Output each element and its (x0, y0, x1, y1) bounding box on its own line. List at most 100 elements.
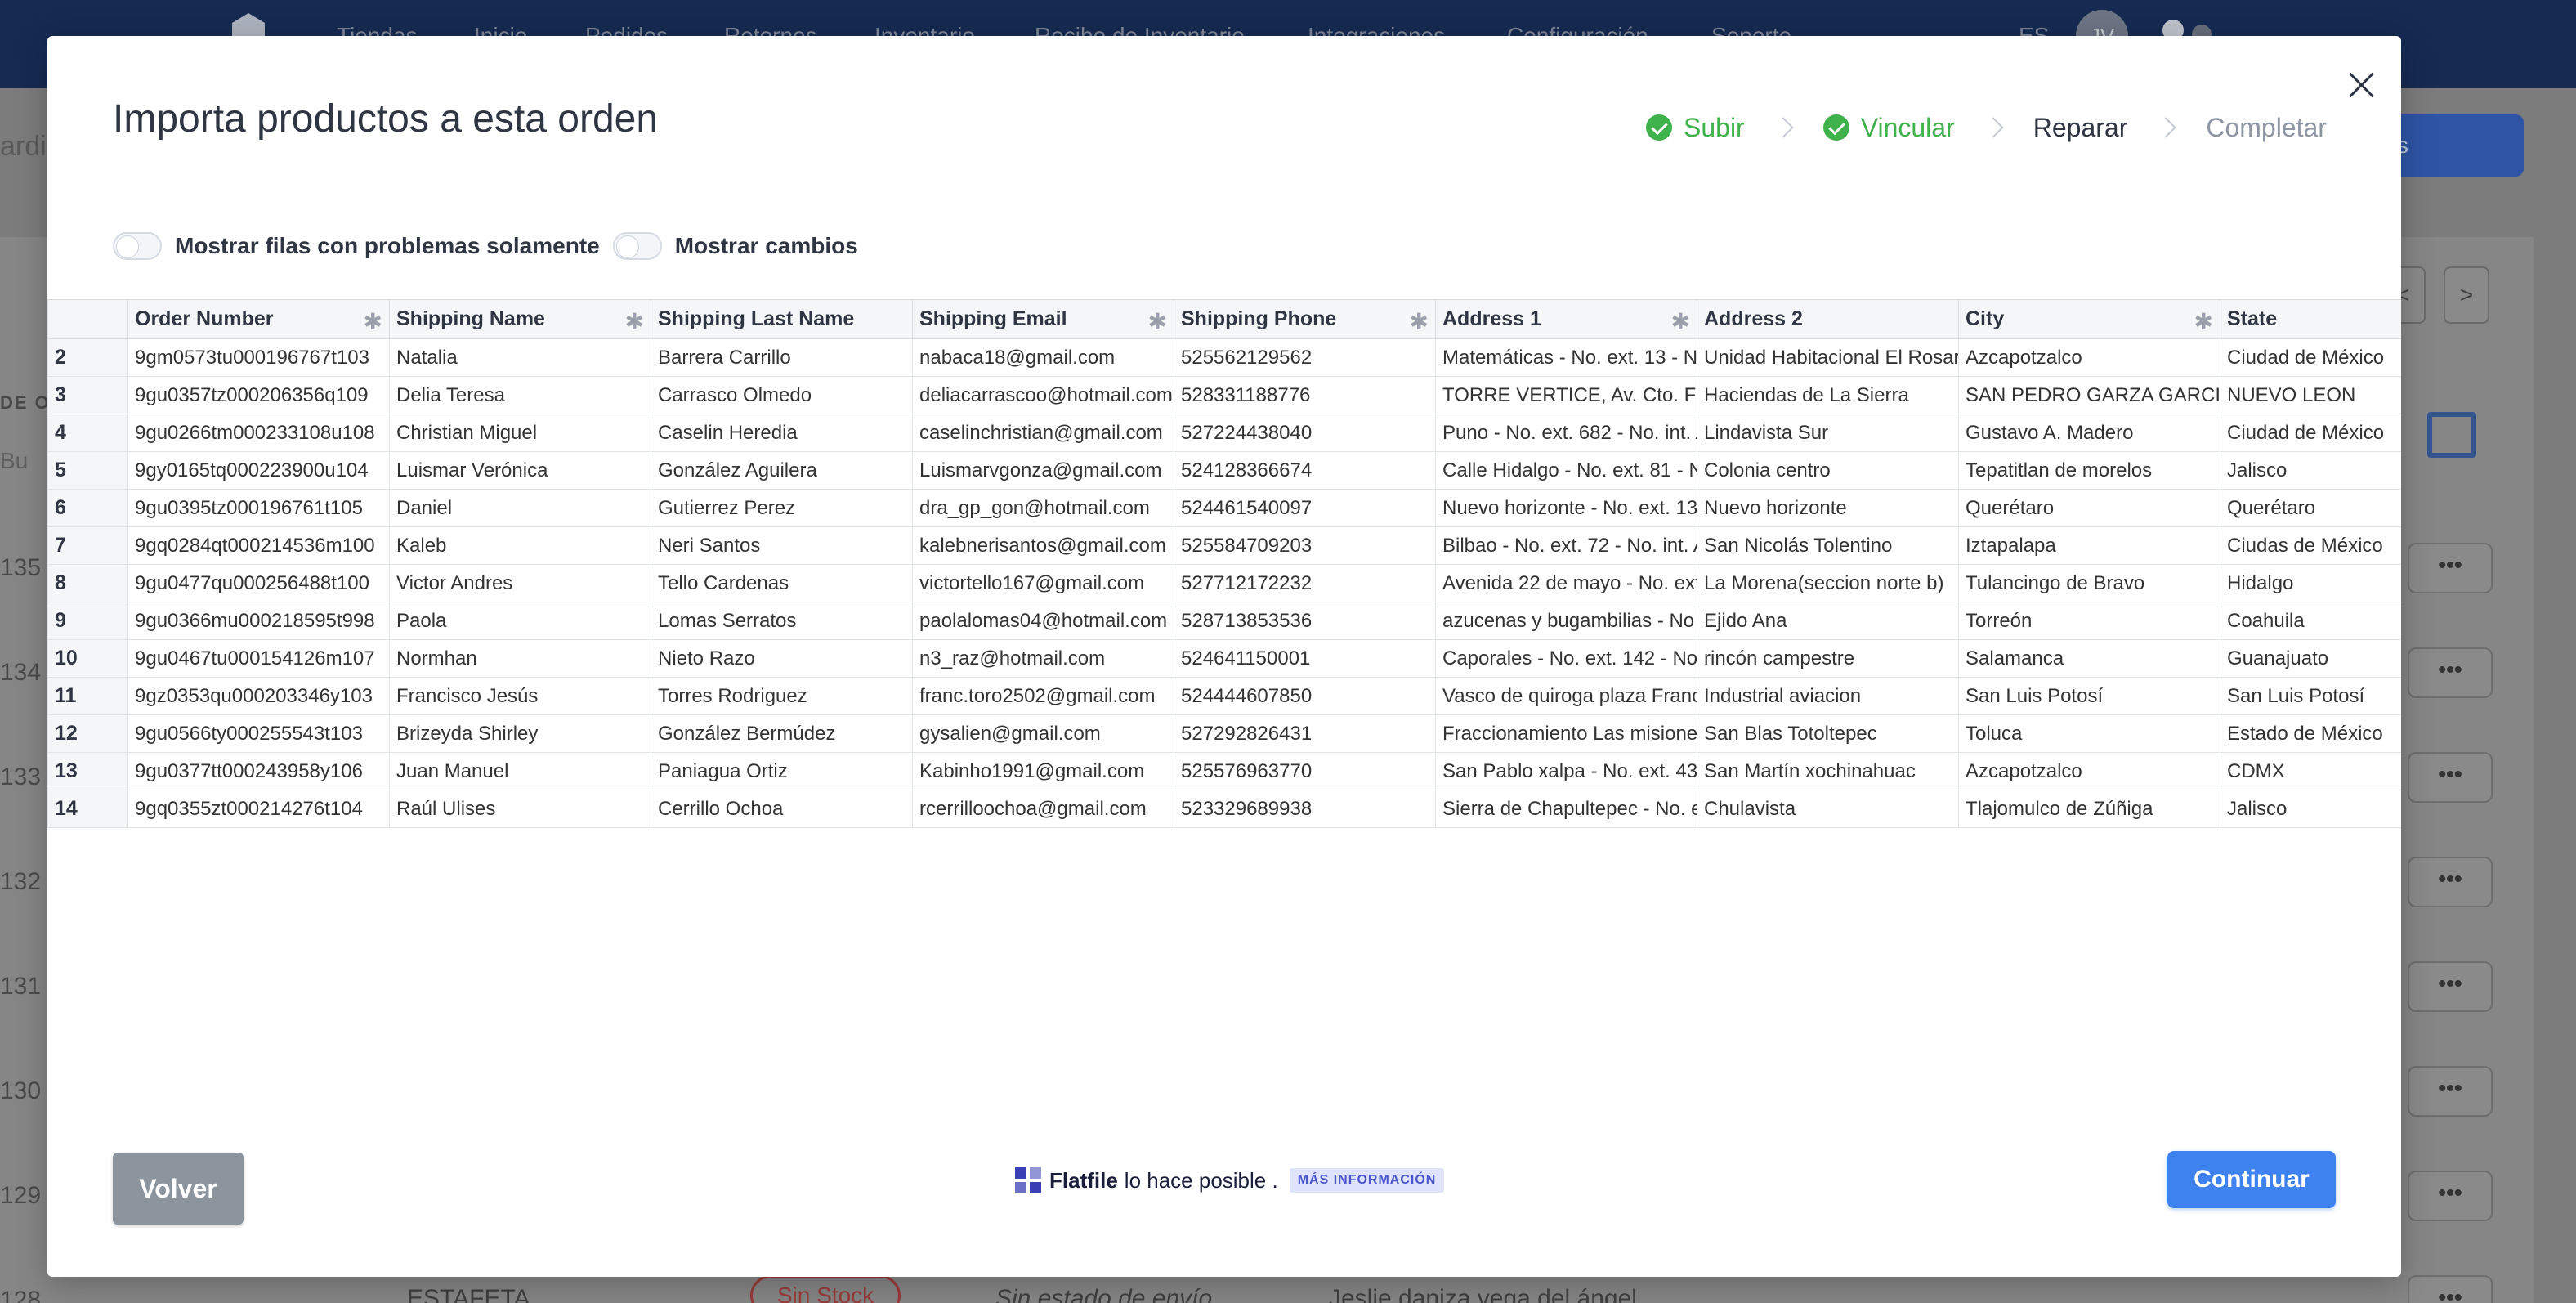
table-cell[interactable]: Ejido Ana (1697, 602, 1959, 640)
table-cell[interactable]: Tlajomulco de Zúñiga (1958, 790, 2220, 828)
table-cell[interactable]: Matemáticas - No. ext. 13 - N (1435, 338, 1697, 377)
toggle-show-changes[interactable] (612, 232, 662, 260)
row-more-button[interactable]: ••• (2408, 752, 2493, 803)
table-cell[interactable]: Brizeyda Shirley (389, 714, 651, 753)
table-cell[interactable]: 525584709203 (1174, 526, 1436, 565)
table-cell[interactable]: Cerrillo Ochoa (651, 790, 913, 828)
table-cell[interactable]: Kabinho1991@gmail.com (912, 752, 1174, 790)
table-cell[interactable]: San Luis Potosí (2220, 677, 2401, 715)
column-header-shipping-last-name[interactable]: Shipping Last Name (651, 299, 913, 339)
table-cell[interactable]: caselinchristian@gmail.com (912, 414, 1174, 452)
table-cell[interactable]: La Morena(seccion norte b) (1697, 564, 1959, 602)
select-all-checkbox[interactable] (2427, 412, 2476, 458)
table-cell[interactable]: Vasco de quiroga plaza Franc (1435, 677, 1697, 715)
table-cell[interactable]: 524128366674 (1174, 451, 1436, 490)
row-more-button[interactable]: ••• (2408, 543, 2493, 593)
table-cell[interactable]: Lindavista Sur (1697, 414, 1959, 452)
table-cell[interactable]: Delia Teresa (389, 376, 651, 414)
table-cell[interactable]: San Nicolás Tolentino (1697, 526, 1959, 565)
table-cell[interactable]: Haciendas de La Sierra (1697, 376, 1959, 414)
back-button[interactable]: Volver (113, 1153, 244, 1225)
table-cell[interactable]: Paola (389, 602, 651, 640)
table-cell[interactable]: Iztapalapa (1958, 526, 2220, 565)
table-cell[interactable]: franc.toro2502@gmail.com (912, 677, 1174, 715)
table-cell[interactable]: 525576963770 (1174, 752, 1436, 790)
table-cell[interactable]: 9gu0266tm000233108u108 (127, 414, 390, 452)
table-cell[interactable]: González Bermúdez (651, 714, 913, 753)
table-cell[interactable]: 9gu0467tu000154126m107 (127, 639, 390, 678)
table-cell[interactable]: Jalisco (2220, 451, 2401, 490)
table-cell[interactable]: TORRE VERTICE, Av. Cto. Fri (1435, 376, 1697, 414)
table-cell[interactable]: Toluca (1958, 714, 2220, 753)
table-cell[interactable]: Colonia centro (1697, 451, 1959, 490)
table-cell[interactable]: nabaca18@gmail.com (912, 338, 1174, 377)
table-cell[interactable]: Azcapotzalco (1958, 338, 2220, 377)
table-cell[interactable]: rincón campestre (1697, 639, 1959, 678)
table-cell[interactable]: Fraccionamiento Las misione (1435, 714, 1697, 753)
table-cell[interactable]: Tepatitlan de morelos (1958, 451, 2220, 490)
table-cell[interactable]: Daniel (389, 489, 651, 527)
table-cell[interactable]: Ciudad de México (2220, 338, 2401, 377)
table-cell[interactable]: Luismarvgonza@gmail.com (912, 451, 1174, 490)
table-cell[interactable]: paolalomas04@hotmail.com (912, 602, 1174, 640)
table-cell[interactable]: Barrera Carrillo (651, 338, 913, 377)
table-cell[interactable]: Nuevo horizonte - No. ext. 13 (1435, 489, 1697, 527)
table-cell[interactable]: San Blas Totoltepec (1697, 714, 1959, 753)
toggle-problem-rows-label[interactable]: Mostrar filas con problemas solamente (175, 233, 600, 259)
table-cell[interactable]: 524444607850 (1174, 677, 1436, 715)
row-more-button[interactable]: ••• (2408, 1275, 2493, 1303)
column-header-shipping-name[interactable]: Shipping Name ✱ (389, 299, 651, 339)
table-cell[interactable]: Francisco Jesús (389, 677, 651, 715)
table-cell[interactable]: NUEVO LEON (2220, 376, 2401, 414)
close-icon[interactable] (2342, 65, 2381, 105)
table-cell[interactable]: Querétaro (2220, 489, 2401, 527)
table-cell[interactable]: Tello Cardenas (651, 564, 913, 602)
column-header-shipping-phone[interactable]: Shipping Phone ✱ (1174, 299, 1436, 339)
column-header-address-2[interactable]: Address 2 (1697, 299, 1959, 339)
table-cell[interactable]: 9gq0355zt000214276t104 (127, 790, 390, 828)
table-cell[interactable]: Paniagua Ortiz (651, 752, 913, 790)
row-more-button[interactable]: ••• (2408, 1171, 2493, 1221)
table-cell[interactable]: Normhan (389, 639, 651, 678)
table-cell[interactable]: Querétaro (1958, 489, 2220, 527)
table-cell[interactable]: Calle Hidalgo - No. ext. 81 - N (1435, 451, 1697, 490)
more-info-link[interactable]: MÁS INFORMACIÓN (1289, 1168, 1445, 1193)
table-cell[interactable]: 9gy0165tq000223900u104 (127, 451, 390, 490)
table-cell[interactable]: 528331188776 (1174, 376, 1436, 414)
table-cell[interactable]: Industrial aviacion (1697, 677, 1959, 715)
table-cell[interactable]: Jalisco (2220, 790, 2401, 828)
table-cell[interactable]: azucenas y bugambilias - No (1435, 602, 1697, 640)
table-cell[interactable]: Gutierrez Perez (651, 489, 913, 527)
toggle-problem-rows[interactable] (113, 232, 162, 260)
table-cell[interactable]: González Aguilera (651, 451, 913, 490)
table-cell[interactable]: Caporales - No. ext. 142 - No (1435, 639, 1697, 678)
table-cell[interactable]: Nieto Razo (651, 639, 913, 678)
toggle-show-changes-label[interactable]: Mostrar cambios (675, 233, 858, 259)
column-header-state[interactable]: State (2220, 299, 2401, 339)
table-cell[interactable]: Sierra de Chapultepec - No. e (1435, 790, 1697, 828)
table-cell[interactable]: 9gu0357tz000206356q109 (127, 376, 390, 414)
table-cell[interactable]: SAN PEDRO GARZA GARCIA (1958, 376, 2220, 414)
table-cell[interactable]: Puno - No. ext. 682 - No. int. A (1435, 414, 1697, 452)
table-cell[interactable]: Estado de México (2220, 714, 2401, 753)
table-cell[interactable]: Torreón (1958, 602, 2220, 640)
table-cell[interactable]: Natalia (389, 338, 651, 377)
table-cell[interactable]: deliacarrascoo@hotmail.com (912, 376, 1174, 414)
pager-next-button[interactable]: > (2444, 266, 2489, 324)
table-cell[interactable]: gysalien@gmail.com (912, 714, 1174, 753)
table-cell[interactable]: Unidad Habitacional El Rosari (1697, 338, 1959, 377)
table-cell[interactable]: 9gz0353qu000203346y103 (127, 677, 390, 715)
step-subir[interactable]: Subir (1646, 113, 1745, 143)
table-cell[interactable]: San Luis Potosí (1958, 677, 2220, 715)
row-more-button[interactable]: ••• (2408, 1066, 2493, 1117)
table-cell[interactable]: Hidalgo (2220, 564, 2401, 602)
table-cell[interactable]: 525562129562 (1174, 338, 1436, 377)
column-header-order-number[interactable]: Order Number ✱ (127, 299, 390, 339)
table-cell[interactable]: Juan Manuel (389, 752, 651, 790)
table-cell[interactable]: Victor Andres (389, 564, 651, 602)
table-cell[interactable]: San Pablo xalpa - No. ext. 43 (1435, 752, 1697, 790)
table-cell[interactable]: dra_gp_gon@hotmail.com (912, 489, 1174, 527)
table-cell[interactable]: Coahuila (2220, 602, 2401, 640)
step-vincular[interactable]: Vincular (1822, 113, 1955, 143)
table-cell[interactable]: 9gu0366mu000218595t998 (127, 602, 390, 640)
